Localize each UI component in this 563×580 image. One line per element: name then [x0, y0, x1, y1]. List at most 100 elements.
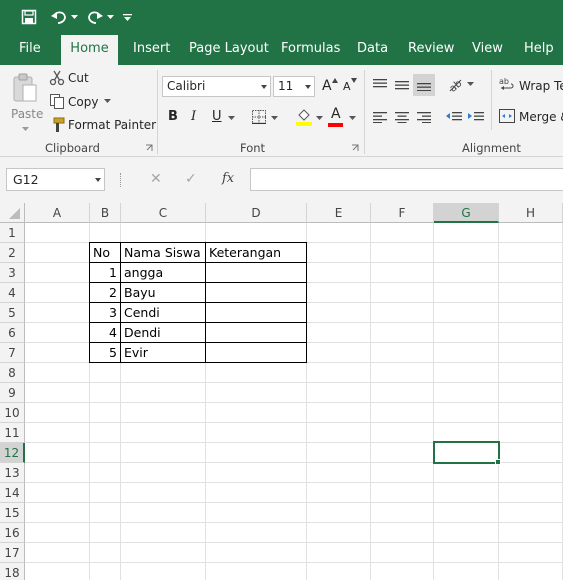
row-header[interactable]: 9 — [0, 383, 25, 403]
table-cell-keterangan[interactable] — [206, 283, 306, 303]
table-cell-no[interactable]: 4 — [90, 323, 120, 343]
align-bottom-icon[interactable] — [413, 74, 435, 96]
font-color-button[interactable]: A — [331, 106, 341, 122]
column-header-a[interactable]: A — [25, 203, 90, 223]
grow-font-button[interactable]: A — [322, 78, 332, 94]
table-cell-keterangan[interactable] — [206, 263, 306, 283]
copy-icon[interactable] — [49, 93, 65, 109]
row-header[interactable]: 7 — [0, 343, 25, 363]
copy-button[interactable]: Copy — [68, 95, 98, 109]
row-header[interactable]: 12 — [0, 443, 25, 463]
formula-input[interactable] — [250, 168, 563, 191]
table-cell-nama[interactable]: Bayu — [121, 283, 205, 303]
tab-file[interactable]: File — [11, 35, 49, 65]
column-header-g[interactable]: G — [434, 203, 499, 223]
table-cell-no[interactable]: 3 — [90, 303, 120, 323]
row-header[interactable]: 16 — [0, 523, 25, 543]
merge-center-icon[interactable] — [499, 108, 515, 124]
chevron-down-icon[interactable] — [261, 85, 267, 89]
tab-formulas[interactable]: Formulas — [273, 35, 348, 65]
paste-button[interactable]: Paste — [11, 107, 43, 121]
cell-b2[interactable]: No — [90, 243, 120, 263]
font-color-dropdown-icon[interactable] — [348, 115, 356, 121]
customize-qat-icon[interactable] — [120, 6, 134, 28]
tab-help[interactable]: Help — [516, 35, 562, 65]
table-cell-nama[interactable]: Evir — [121, 343, 205, 363]
row-header[interactable]: 13 — [0, 463, 25, 483]
chevron-down-icon[interactable] — [305, 85, 311, 89]
column-header-e[interactable]: E — [307, 203, 371, 223]
undo-icon[interactable] — [48, 6, 70, 28]
cancel-icon[interactable]: ✕ — [150, 171, 162, 187]
tab-review[interactable]: Review — [400, 35, 462, 65]
italic-button[interactable]: I — [191, 109, 196, 124]
table-cell-nama[interactable]: angga — [121, 263, 205, 283]
font-launcher-icon[interactable] — [351, 144, 359, 152]
table-cell-keterangan[interactable] — [206, 303, 306, 323]
bold-button[interactable]: B — [168, 109, 178, 124]
row-header[interactable]: 3 — [0, 263, 25, 283]
paste-dropdown-icon[interactable] — [19, 125, 31, 133]
format-painter-button[interactable]: Format Painter — [68, 118, 156, 132]
format-painter-icon[interactable] — [49, 117, 65, 133]
cell-c2[interactable]: Nama Siswa — [121, 243, 205, 263]
tab-data[interactable]: Data — [349, 35, 396, 65]
decrease-indent-icon[interactable] — [445, 108, 463, 126]
table-cell-no[interactable]: 5 — [90, 343, 120, 363]
row-header[interactable]: 2 — [0, 243, 25, 263]
table-cell-no[interactable]: 2 — [90, 283, 120, 303]
cut-button[interactable]: Cut — [68, 71, 89, 85]
selected-cell-g12[interactable] — [433, 441, 500, 464]
enter-icon[interactable]: ✓ — [185, 171, 197, 187]
table-cell-nama[interactable]: Dendi — [121, 323, 205, 343]
merge-center-button[interactable]: Merge & — [519, 110, 563, 124]
align-top-icon[interactable] — [371, 76, 389, 94]
tab-home[interactable]: Home — [61, 35, 118, 66]
fill-color-icon[interactable] — [295, 107, 313, 127]
align-right-icon[interactable] — [415, 108, 433, 126]
insert-function-icon[interactable]: fx — [222, 171, 234, 186]
redo-icon[interactable] — [84, 6, 106, 28]
tab-view[interactable]: View — [464, 35, 511, 65]
table-cell-keterangan[interactable] — [206, 323, 306, 343]
cell-d2[interactable]: Keterangan — [206, 243, 306, 263]
chevron-down-icon[interactable] — [95, 178, 101, 182]
row-header[interactable]: 8 — [0, 363, 25, 383]
borders-icon[interactable] — [251, 109, 267, 125]
save-icon[interactable] — [18, 6, 40, 28]
shrink-font-button[interactable]: A — [343, 80, 351, 93]
fill-color-dropdown-icon[interactable] — [315, 115, 323, 121]
redo-dropdown-icon[interactable] — [106, 6, 114, 28]
underline-dropdown-icon[interactable] — [227, 115, 235, 121]
row-header[interactable]: 1 — [0, 223, 25, 243]
copy-dropdown-icon[interactable] — [103, 98, 111, 104]
column-header-d[interactable]: D — [206, 203, 307, 223]
align-center-icon[interactable] — [393, 108, 411, 126]
borders-dropdown-icon[interactable] — [270, 115, 278, 121]
row-header[interactable]: 17 — [0, 543, 25, 563]
wrap-text-icon[interactable]: ab — [499, 76, 515, 92]
table-cell-keterangan[interactable] — [206, 343, 306, 363]
name-box[interactable]: G12 — [6, 168, 105, 191]
row-header[interactable]: 11 — [0, 423, 25, 443]
fill-handle[interactable] — [495, 459, 501, 465]
font-size-combo[interactable]: 11 — [273, 76, 315, 97]
worksheet-grid[interactable]: A B C D E F G H 1 2 3 4 5 6 7 8 9 10 11 … — [0, 203, 563, 580]
row-header[interactable]: 10 — [0, 403, 25, 423]
column-header-h[interactable]: H — [499, 203, 563, 223]
undo-dropdown-icon[interactable] — [70, 6, 78, 28]
row-header[interactable]: 18 — [0, 563, 25, 580]
font-name-combo[interactable]: Calibri — [162, 76, 271, 97]
underline-button[interactable]: U — [212, 109, 222, 124]
column-header-b[interactable]: B — [90, 203, 121, 223]
column-header-c[interactable]: C — [121, 203, 206, 223]
cut-icon[interactable] — [49, 70, 65, 86]
paste-icon[interactable] — [10, 71, 40, 105]
align-middle-icon[interactable] — [393, 76, 411, 94]
column-header-f[interactable]: F — [371, 203, 434, 223]
row-header[interactable]: 5 — [0, 303, 25, 323]
wrap-text-button[interactable]: Wrap Te — [519, 79, 563, 93]
formula-bar-grip[interactable] — [120, 173, 123, 187]
select-all-corner[interactable] — [0, 203, 25, 223]
orientation-icon[interactable]: ab — [446, 75, 464, 93]
